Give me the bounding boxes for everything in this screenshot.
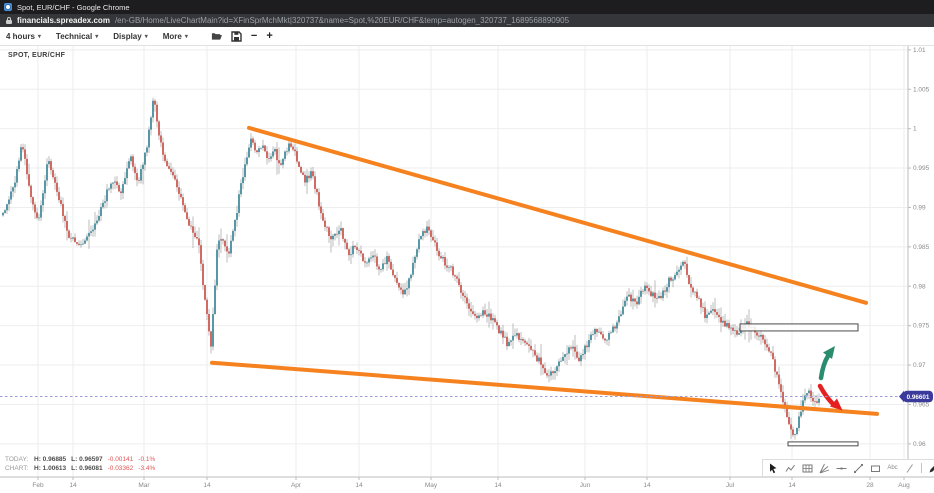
trend-fan-tool-icon[interactable] [819, 463, 830, 474]
menu-display[interactable]: Display ▾ [113, 32, 147, 41]
legend-label: TODAY: [5, 455, 34, 464]
y-axis-label: 0.995 [913, 165, 930, 172]
menu-technical-label: Technical [56, 32, 92, 41]
x-axis-label: 28 [866, 482, 874, 489]
cursor-tool-icon[interactable] [768, 463, 779, 474]
horizontal-line-tool-icon[interactable] [836, 463, 847, 474]
price-zone-rectangle[interactable] [740, 324, 858, 331]
legend-row-today: TODAY:H: 0.96885 L: 0.96597 -0.00141 -0.1% [5, 455, 160, 464]
y-axis-label: 0.975 [913, 323, 930, 330]
y-axis-label: 1 [913, 126, 917, 133]
chart-change-pct: -3.4% [138, 465, 155, 472]
chevron-down-icon: ▾ [38, 33, 41, 40]
url-path: /en-GB/Home/LiveChartMain?id=XFinSprMchM… [115, 16, 569, 25]
today-high: H: 0.96885 [34, 456, 66, 463]
x-axis-label: Aug [898, 482, 910, 489]
x-axis-label: Feb [32, 482, 44, 489]
chart-change: -0.03362 [108, 465, 134, 472]
chevron-down-icon: ▾ [95, 33, 98, 40]
browser-title-bar: Spot, EUR/CHF - Google Chrome [0, 0, 934, 14]
rectangle-tool-icon[interactable] [870, 463, 881, 474]
current-price-badge-label: 0.96601 [907, 394, 930, 401]
x-axis-label: 14 [69, 482, 77, 489]
legend-row-chart: CHART:H: 1.00613 L: 0.96081 -0.03362 -3.4% [5, 464, 160, 473]
today-change-pct: -0.1% [138, 456, 155, 463]
price-zone-rectangle[interactable] [788, 442, 858, 446]
chart-canvas[interactable]: 1.01 1.005 1 0.995 0.99 0.985 0.98 0.975 0.97 0.9… [0, 0, 934, 493]
current-price-line: 0.96601 [0, 391, 933, 403]
today-change: -0.00141 [108, 456, 134, 463]
chevron-down-icon: ▾ [145, 33, 148, 40]
chart-menubar: 4 hours ▾ Technical ▾ Display ▾ More ▾ −… [0, 27, 934, 46]
trend-line-tool-icon[interactable] [853, 463, 864, 474]
drawing-toolbar: Abc × [762, 459, 934, 477]
x-axis-label: Apr [291, 482, 302, 489]
chrome-icon [4, 3, 12, 11]
candlesticks [2, 98, 820, 440]
toolbar-divider [921, 463, 922, 473]
zoom-in-button[interactable]: + [266, 31, 272, 41]
x-axis-label: 14 [494, 482, 502, 489]
y-axis-label: 0.98 [913, 283, 926, 290]
x-axis-label: 14 [788, 482, 796, 489]
menu-timeframe[interactable]: 4 hours ▾ [6, 32, 41, 41]
open-folder-icon[interactable] [211, 31, 222, 42]
polyline-tool-icon[interactable] [785, 463, 796, 474]
menu-display-label: Display [113, 32, 141, 41]
menu-timeframe-label: 4 hours [6, 32, 35, 41]
chart-legend: TODAY:H: 0.96885L: 0.96597-0.00141-0.1% … [5, 455, 160, 473]
y-axis-label: 0.99 [913, 204, 926, 211]
address-bar[interactable]: financials.spreadex.com/en-GB/Home/LiveC… [0, 14, 934, 27]
save-icon[interactable] [231, 31, 242, 42]
arrow-up-annotation[interactable] [821, 356, 828, 378]
y-axis-label: 1.005 [913, 86, 930, 93]
y-axis-label: 1.01 [913, 47, 926, 54]
y-axis-label: 0.97 [913, 362, 926, 369]
menu-more[interactable]: More ▾ [163, 32, 188, 41]
x-axis-label: 14 [203, 482, 211, 489]
x-axis-label: Jul [726, 482, 735, 489]
x-axis-label: May [425, 482, 438, 489]
arrow-down-annotation[interactable] [820, 386, 833, 404]
gridlines [0, 45, 908, 477]
y-axis-label: 0.965 [913, 401, 930, 408]
legend-label: CHART: [5, 464, 34, 473]
url-domain: financials.spreadex.com [17, 16, 110, 25]
symbol-label: SPOT, EUR/CHF [8, 52, 65, 59]
zoom-out-button[interactable]: − [251, 31, 257, 41]
chart-high: H: 1.00613 [34, 465, 66, 472]
menu-technical[interactable]: Technical ▾ [56, 32, 98, 41]
today-low: L: 0.96597 [71, 456, 102, 463]
y-axis-label: 0.985 [913, 244, 930, 251]
x-axis-label: 14 [355, 482, 363, 489]
chevron-down-icon: ▾ [185, 33, 188, 40]
ray-tool-icon[interactable] [904, 463, 915, 474]
lock-icon[interactable] [6, 17, 12, 24]
fibonacci-grid-tool-icon[interactable] [802, 463, 813, 474]
chart-low: L: 0.96081 [71, 465, 102, 472]
text-tool-icon[interactable]: Abc [887, 463, 898, 474]
axes: 1.01 1.005 1 0.995 0.99 0.985 0.98 0.975 0.97 0.9… [0, 45, 934, 489]
window-title: Spot, EUR/CHF - Google Chrome [17, 3, 130, 12]
x-axis-label: 14 [643, 482, 651, 489]
trend-line-annotation[interactable] [249, 128, 866, 303]
y-axis-label: 0.96 [913, 441, 926, 448]
x-axis-label: Mar [138, 482, 150, 489]
x-axis-label: Jun [580, 482, 591, 489]
edit-pencil-icon[interactable] [928, 463, 934, 474]
menu-more-label: More [163, 32, 182, 41]
